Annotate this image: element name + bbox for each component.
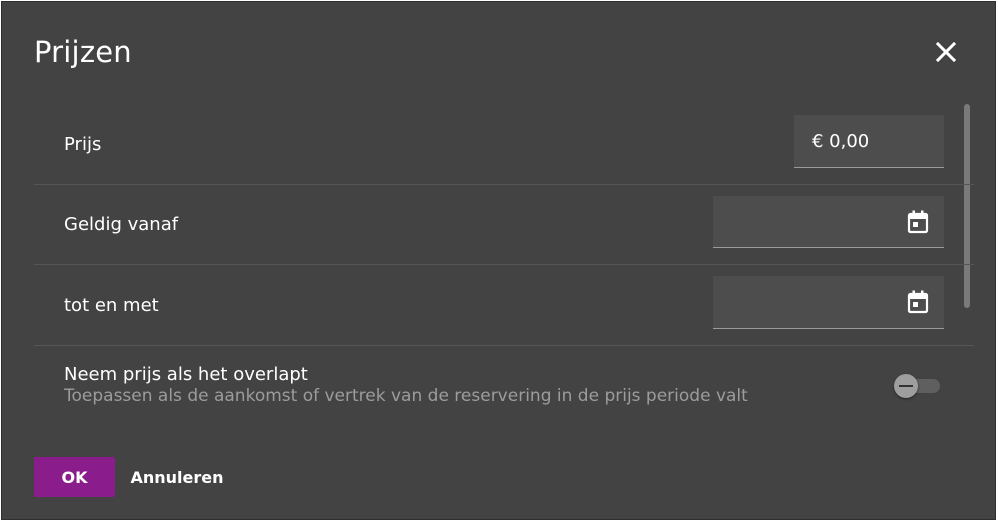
ok-button[interactable]: OK: [34, 457, 115, 497]
overlap-label: Neem prijs als het overlapt: [64, 364, 308, 385]
valid-until-row: tot en met: [34, 265, 974, 346]
overlap-description: Toepassen als de aankomst of vertrek van…: [64, 386, 748, 406]
valid-until-label: tot en met: [64, 295, 159, 316]
valid-from-row: Geldig vanaf: [34, 185, 974, 265]
toggle-thumb[interactable]: [894, 374, 918, 398]
calendar-icon[interactable]: [906, 209, 930, 235]
prices-dialog: Prijzen Prijs Geldig vanaf: [1, 1, 996, 520]
calendar-icon[interactable]: [906, 289, 930, 315]
minus-icon: [899, 385, 913, 387]
valid-from-label: Geldig vanaf: [64, 214, 179, 235]
valid-from-field[interactable]: [713, 196, 944, 248]
price-field[interactable]: [794, 115, 944, 168]
dialog-title: Prijzen: [34, 35, 132, 69]
overlap-toggle[interactable]: [894, 374, 942, 398]
price-label: Prijs: [64, 134, 102, 155]
close-icon[interactable]: [931, 37, 961, 67]
valid-until-field[interactable]: [713, 276, 944, 329]
cancel-button[interactable]: Annuleren: [124, 457, 230, 497]
price-row: Prijs: [34, 104, 974, 185]
price-input[interactable]: [794, 115, 944, 167]
